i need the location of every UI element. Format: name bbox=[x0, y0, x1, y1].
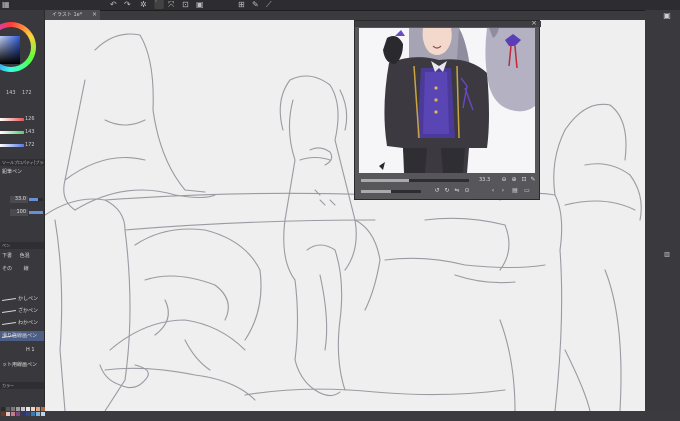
rotate-left-icon[interactable]: ↺ bbox=[433, 187, 441, 195]
opacity-slider[interactable] bbox=[29, 211, 43, 214]
palette-swatch[interactable] bbox=[11, 412, 15, 416]
palette-swatch[interactable] bbox=[31, 407, 35, 411]
reference-zoom-row: 33.3 ⊖ ⊕ ⊡ ✎ bbox=[359, 176, 537, 185]
fill-icon[interactable]: ⬛ bbox=[154, 0, 164, 9]
stroke-icon[interactable]: ⟋ bbox=[266, 0, 272, 9]
rotate-right-icon[interactable]: ↻ bbox=[443, 187, 451, 195]
palette-swatch[interactable] bbox=[16, 412, 20, 416]
red-value: 126 bbox=[25, 116, 35, 122]
zoom-in-icon[interactable]: ⊕ bbox=[510, 176, 518, 184]
brush-panel-header: ペン bbox=[0, 242, 44, 249]
palette-swatch[interactable] bbox=[16, 407, 20, 411]
brush-item-3[interactable]: わかペン bbox=[0, 318, 44, 328]
reference-zoom-slider[interactable] bbox=[361, 179, 469, 182]
prev-icon[interactable]: ‹ bbox=[489, 187, 497, 195]
layer-icon[interactable]: ▥ bbox=[662, 250, 672, 260]
green-slider[interactable]: 143 bbox=[0, 128, 44, 137]
left-panel: 143 172 126 143 172 ツールプロパティ[ブラシ] 鉛筆ペン 3… bbox=[0, 10, 45, 416]
document-tab-label: イラスト 1e* bbox=[52, 12, 83, 18]
clear-icon[interactable]: ✲ bbox=[140, 0, 147, 9]
pen-mode-icon[interactable]: ✎ bbox=[252, 0, 259, 9]
palette-swatch[interactable] bbox=[36, 407, 40, 411]
reference-zoom-value: 33.3 bbox=[479, 177, 491, 183]
zoom-out-icon[interactable]: ⊖ bbox=[500, 176, 508, 184]
close-reference-icon[interactable]: × bbox=[531, 19, 537, 27]
palette-swatch[interactable] bbox=[6, 407, 10, 411]
palette-swatch[interactable] bbox=[1, 407, 5, 411]
reference-window: × 33.3 ⊖ ⊕ ⊡ ✎ ↺ ↻ ⇋ ⊙ ‹ › ▤ ▭ bbox=[354, 19, 541, 200]
palette-swatch[interactable] bbox=[1, 412, 5, 416]
top-toolbar: ▦ ↶ ↷ ✲ ⬛ ⤧ ⊡ ▣ ⊞ ✎ ⟋ bbox=[0, 0, 680, 11]
brush-item-5[interactable]: H 1 bbox=[0, 345, 44, 355]
palette-swatch[interactable] bbox=[21, 407, 25, 411]
drawing-canvas[interactable] bbox=[45, 20, 645, 411]
transform-icon[interactable]: ⤧ bbox=[168, 0, 174, 9]
brush-item-2[interactable]: ざかペン bbox=[0, 306, 44, 316]
brush-group-line[interactable]: 線 bbox=[24, 266, 29, 272]
reference-titlebar[interactable]: × bbox=[355, 19, 541, 27]
undo-icon[interactable]: ↶ bbox=[110, 0, 117, 9]
image-icon[interactable]: ▤ bbox=[511, 187, 519, 195]
document-tab[interactable]: イラスト 1e* × bbox=[44, 10, 100, 20]
ruler-icon[interactable]: ⊞ bbox=[238, 0, 245, 9]
sub-tool-name: 鉛筆ペン bbox=[2, 169, 23, 175]
brush-item-4[interactable]: 滑り強線画ペン bbox=[0, 331, 44, 341]
reference-rotate-row: ↺ ↻ ⇋ ⊙ ‹ › ▤ ▭ bbox=[359, 187, 535, 196]
right-panel: ▣ ▥ bbox=[645, 10, 680, 411]
tool-property-header: ツールプロパティ[ブラシ] bbox=[0, 159, 44, 166]
palette-swatch[interactable] bbox=[21, 412, 25, 416]
brush-item-6[interactable]: ット用線画ペン bbox=[0, 360, 44, 370]
hsv-value-2: 172 bbox=[22, 90, 32, 96]
eyedropper-icon[interactable]: ✎ bbox=[529, 176, 537, 184]
folder-icon[interactable]: ▭ bbox=[523, 187, 531, 195]
reference-image[interactable] bbox=[359, 28, 535, 173]
brush-item-1[interactable]: かしペン bbox=[0, 294, 44, 304]
brush-group-blend[interactable]: 色混 bbox=[20, 253, 30, 259]
brush-group-other[interactable]: その bbox=[2, 266, 12, 272]
palette-swatch[interactable] bbox=[41, 412, 45, 416]
flip-icon[interactable]: ⇋ bbox=[453, 187, 461, 195]
redo-icon[interactable]: ↷ bbox=[124, 0, 131, 9]
reference-illustration bbox=[359, 28, 535, 173]
palette-swatch[interactable] bbox=[26, 412, 30, 416]
palette-swatch[interactable] bbox=[31, 412, 35, 416]
pin-icon[interactable]: ⊙ bbox=[463, 187, 471, 195]
red-slider[interactable]: 126 bbox=[0, 115, 44, 124]
close-tab-icon[interactable]: × bbox=[92, 10, 97, 20]
brush-size-slider[interactable] bbox=[29, 198, 43, 201]
fit-icon[interactable]: ⊡ bbox=[520, 176, 528, 184]
brush-group-row-1: 下書 色混 bbox=[2, 252, 42, 260]
hsv-value-1: 143 bbox=[6, 90, 16, 96]
brush-size-field[interactable]: 33.0 bbox=[10, 196, 28, 203]
sketch-lines bbox=[45, 33, 642, 411]
blue-value: 172 bbox=[25, 142, 35, 148]
palette-swatch[interactable] bbox=[6, 412, 10, 416]
palette-swatch[interactable] bbox=[26, 407, 30, 411]
color-palette[interactable] bbox=[0, 402, 45, 421]
reference-rotate-slider[interactable] bbox=[361, 190, 421, 193]
palette-swatch[interactable] bbox=[36, 412, 40, 416]
app-menu-icon[interactable]: ▦ bbox=[2, 0, 10, 9]
canvas-icon[interactable]: ▣ bbox=[662, 11, 672, 21]
next-icon[interactable]: › bbox=[499, 187, 507, 195]
color-square[interactable] bbox=[0, 36, 20, 64]
brush-group-draft[interactable]: 下書 bbox=[2, 253, 12, 259]
color-set-header: カラー bbox=[0, 382, 44, 389]
crop-icon[interactable]: ⊡ bbox=[182, 0, 189, 9]
brush-group-row-2: その 線 bbox=[2, 265, 42, 273]
opacity-field[interactable]: 100 bbox=[10, 209, 28, 216]
palette-swatch[interactable] bbox=[11, 407, 15, 411]
select-icon[interactable]: ▣ bbox=[196, 0, 204, 9]
green-value: 143 bbox=[25, 129, 35, 135]
blue-slider[interactable]: 172 bbox=[0, 141, 44, 150]
